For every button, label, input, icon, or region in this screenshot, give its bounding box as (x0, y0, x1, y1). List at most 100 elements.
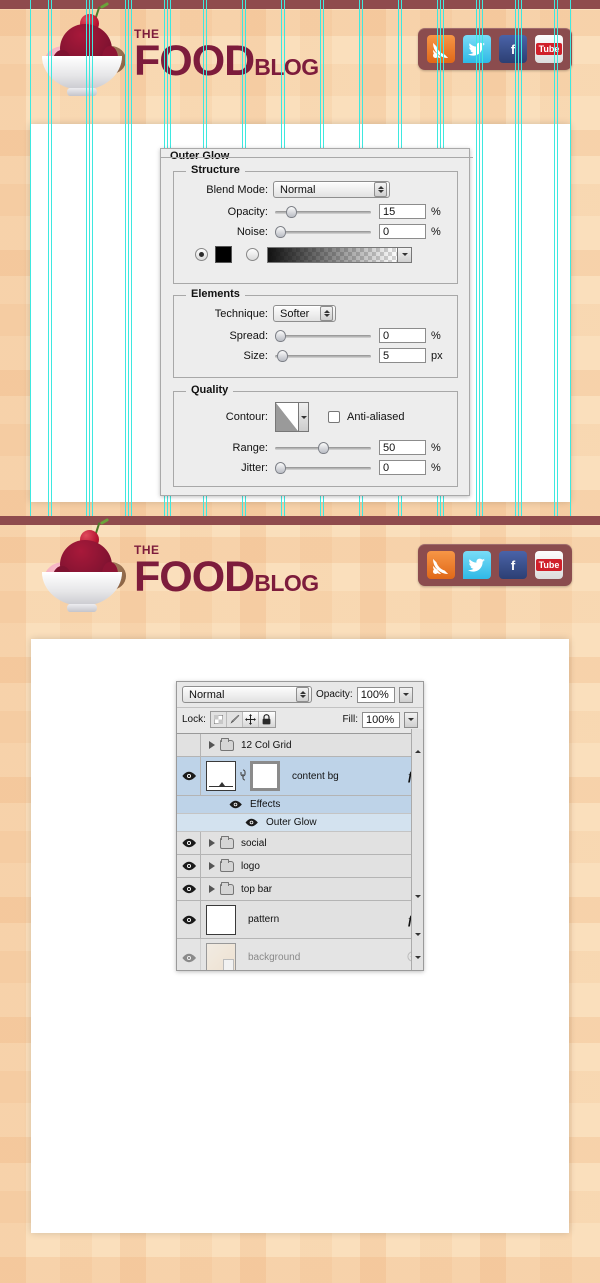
site-logo-top[interactable]: THE FOOD BLOG (34, 1, 319, 98)
blend-mode-stepper-icon[interactable] (374, 182, 387, 197)
layer-blend-stepper-icon[interactable] (296, 687, 309, 702)
eye-icon-pattern[interactable] (181, 915, 196, 925)
blend-mode-select[interactable]: Normal (273, 181, 390, 198)
opacity-slider[interactable] (275, 205, 371, 219)
youtube-icon[interactable]: Tube (535, 35, 563, 63)
youtube-label-2: Tube (535, 559, 563, 571)
visibility-toggle-pattern[interactable] (177, 901, 201, 938)
youtube-icon-2[interactable]: Tube (535, 551, 563, 579)
jitter-slider[interactable] (275, 461, 371, 475)
eye-icon[interactable] (181, 771, 196, 781)
contour-picker[interactable] (275, 402, 309, 432)
layer-row-content-bg[interactable]: content bg fx (177, 757, 423, 796)
eye-icon-effects[interactable] (229, 800, 243, 810)
anti-aliased-checkbox[interactable] (328, 411, 340, 423)
rss-icon[interactable] (427, 35, 455, 63)
spread-slider[interactable] (275, 329, 371, 343)
technique-label: Technique: (214, 307, 268, 320)
layers-opacity-input[interactable]: 100% (356, 686, 395, 703)
expand-arrow-icon[interactable] (209, 741, 215, 749)
technique-select[interactable]: Softer (273, 305, 336, 322)
layer-thumbnail-background[interactable] (206, 942, 236, 970)
range-input[interactable]: 50 (379, 440, 426, 455)
visibility-toggle-background[interactable] (177, 939, 201, 970)
layer-row-pattern[interactable]: pattern fx (177, 901, 423, 939)
size-slider[interactable] (275, 349, 371, 363)
layer-row-outer-glow-effect[interactable]: Outer Glow (177, 814, 423, 832)
eye-icon-top-bar[interactable] (181, 884, 196, 894)
twitter-icon[interactable] (463, 35, 491, 63)
layer-thumbnail[interactable] (206, 761, 236, 791)
folder-icon-top-bar (220, 881, 234, 895)
eye-icon-background[interactable] (181, 953, 196, 963)
visibility-toggle-content-bg[interactable] (177, 757, 201, 795)
size-label: Size: (243, 349, 268, 362)
expand-arrow-icon-social[interactable] (209, 839, 215, 847)
layers-opacity-dropdown-icon[interactable] (398, 686, 413, 703)
site-logo-bottom[interactable]: THE FOOD BLOG (34, 517, 319, 614)
quality-legend: Quality (186, 384, 234, 396)
wordmark-food: FOOD (134, 36, 255, 85)
scroll-down-icon[interactable] (412, 890, 423, 902)
glow-color-swatch[interactable] (215, 246, 232, 263)
range-slider[interactable] (275, 441, 371, 455)
gradient-picker[interactable] (267, 246, 412, 263)
scroll-down-icon-2[interactable] (412, 928, 423, 940)
layers-panel[interactable]: Normal Opacity: 100% Lock: Fill: 100% 12… (176, 681, 424, 971)
layers-fill-input[interactable]: 100% (362, 711, 400, 728)
visibility-toggle-social[interactable] (177, 832, 201, 854)
opacity-input[interactable]: 15 (379, 204, 426, 219)
size-input[interactable]: 5 (379, 348, 426, 363)
ice-cream-sundae-logo-icon (34, 1, 130, 98)
facebook-icon[interactable]: f (499, 35, 527, 63)
layer-row-social[interactable]: social (177, 832, 423, 855)
layer-blend-mode-select[interactable]: Normal (182, 686, 312, 703)
layer-row-background[interactable]: background (177, 939, 423, 970)
layer-mask-thumbnail[interactable] (250, 761, 280, 791)
noise-slider[interactable] (275, 225, 371, 239)
expand-arrow-icon-top-bar[interactable] (209, 885, 215, 893)
layer-thumbnail-pattern[interactable] (206, 904, 236, 935)
layers-fill-dropdown-icon[interactable] (404, 711, 418, 728)
blend-mode-label: Blend Mode: (206, 183, 268, 196)
visibility-toggle-12-col-grid[interactable] (177, 734, 201, 756)
eye-icon-social[interactable] (181, 838, 196, 848)
layer-row-logo[interactable]: logo (177, 855, 423, 878)
layer-name: pattern (248, 914, 280, 925)
contour-dropdown-icon[interactable] (298, 403, 308, 431)
gradient-radio[interactable] (246, 248, 259, 261)
layers-blend-row: Normal Opacity: 100% (177, 682, 423, 708)
gradient-dropdown-icon[interactable] (397, 247, 411, 262)
rss-icon-2[interactable] (427, 551, 455, 579)
visibility-toggle-top-bar[interactable] (177, 878, 201, 900)
technique-stepper-icon[interactable] (320, 306, 333, 321)
twitter-icon-2[interactable] (463, 551, 491, 579)
effect-name: Outer Glow (266, 817, 317, 828)
lock-transparent-pixels-icon[interactable] (211, 712, 227, 727)
anti-aliased-label: Anti-aliased (347, 411, 405, 423)
noise-input[interactable]: 0 (379, 224, 426, 239)
scroll-down-icon-3[interactable] (412, 951, 423, 963)
layers-scrollbar[interactable] (411, 729, 423, 970)
contour-label: Contour: (225, 411, 268, 423)
outer-glow-dialog[interactable]: Outer Glow Structure Blend Mode: Normal … (160, 148, 473, 496)
eye-icon-logo[interactable] (181, 861, 196, 871)
layer-row-effects[interactable]: Effects (177, 796, 423, 814)
expand-arrow-icon-logo[interactable] (209, 862, 215, 870)
lock-position-move-icon[interactable] (242, 712, 259, 727)
facebook-letter: f (510, 41, 516, 57)
lock-all-padlock-icon[interactable] (258, 712, 275, 727)
visibility-toggle-logo[interactable] (177, 855, 201, 877)
lock-buttons-group[interactable] (209, 711, 276, 728)
eye-icon-outer-glow[interactable] (245, 818, 259, 828)
layer-row-top-bar[interactable]: top bar (177, 878, 423, 901)
solid-color-radio[interactable] (195, 248, 208, 261)
scroll-up-icon[interactable] (412, 745, 423, 757)
layer-row-12-col-grid[interactable]: 12 Col Grid (177, 734, 423, 757)
lock-image-pixels-brush-icon[interactable] (227, 712, 243, 727)
spread-input[interactable]: 0 (379, 328, 426, 343)
link-mask-icon[interactable] (239, 768, 247, 784)
bowl-foot (67, 88, 97, 96)
facebook-icon-2[interactable]: f (499, 551, 527, 579)
jitter-input[interactable]: 0 (379, 460, 426, 475)
